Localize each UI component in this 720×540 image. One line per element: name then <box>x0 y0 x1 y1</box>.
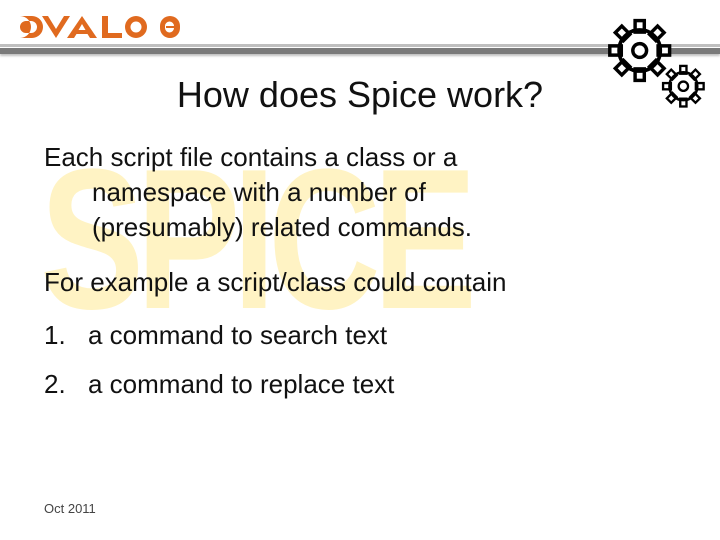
para1-line3: (presumably) related commands. <box>44 210 676 245</box>
dyalog-logo <box>18 12 188 47</box>
slide-footer-date: Oct 2011 <box>44 501 96 516</box>
list-text: a command to replace text <box>88 369 394 400</box>
list-number: 2. <box>44 369 88 400</box>
gears-icon <box>596 16 706 126</box>
paragraph-1: Each script file contains a class or a n… <box>44 140 676 245</box>
list-item: 1. a command to search text <box>44 320 676 351</box>
list-item: 2. a command to replace text <box>44 369 676 400</box>
list-number: 1. <box>44 320 88 351</box>
para1-line1: Each script file contains a class or a <box>44 142 457 172</box>
command-list: 1. a command to search text 2. a command… <box>44 320 676 400</box>
para1-line2: namespace with a number of <box>44 175 676 210</box>
list-text: a command to search text <box>88 320 387 351</box>
paragraph-2: For example a script/class could contain <box>44 265 676 300</box>
slide-body: Each script file contains a class or a n… <box>0 116 720 400</box>
